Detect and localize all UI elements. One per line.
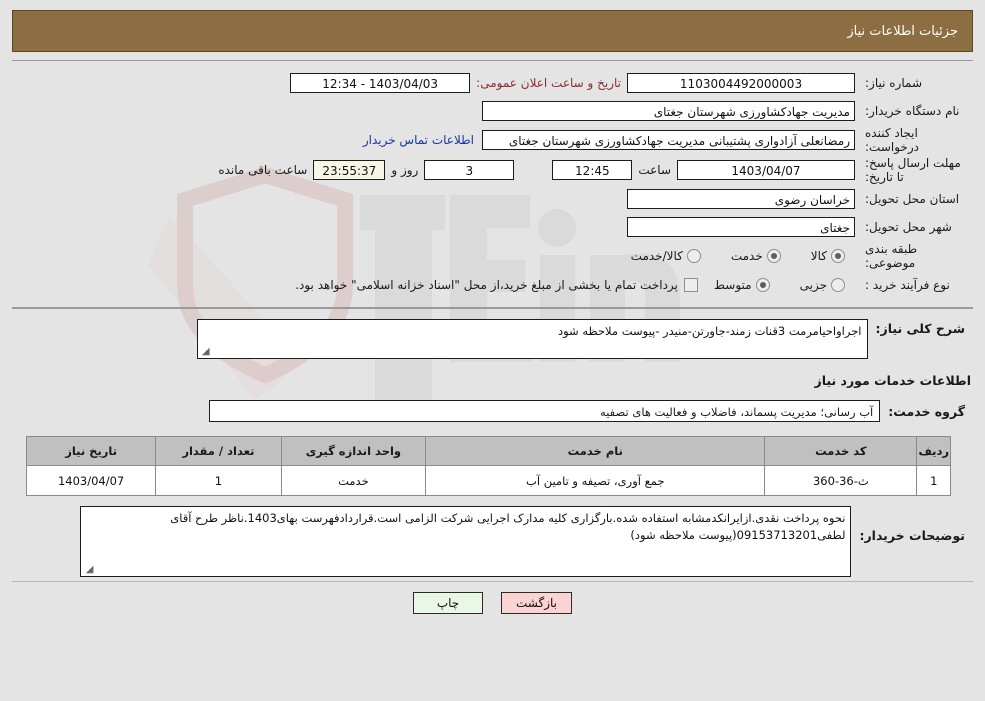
creator-label: ایجاد کننده درخواست: [865, 126, 919, 154]
need-desc-text: اجراواحیامرمت 3قنات زمند-جاورتن-منیدر -پ… [557, 324, 862, 338]
treasury-checkbox[interactable] [683, 278, 698, 292]
buyer-org-value: مدیریت جهادکشاورزی شهرستان جغتای [482, 101, 855, 121]
print-button[interactable]: چاپ [413, 592, 483, 614]
back-button[interactable]: بازگشت [501, 592, 572, 614]
radio-category-khedmat[interactable] [766, 249, 781, 263]
cell-code: ث-36-360 [764, 465, 918, 496]
province-value: خراسان رضوی [627, 189, 855, 209]
col-row: ردیف [916, 436, 951, 466]
row-service-group: گروه خدمت: آب رسانی؛ مدیریت پسماند، فاضل… [12, 400, 973, 422]
services-table: ردیف کد خدمت نام خدمت واحد اندازه گیری ت… [25, 436, 951, 496]
city-value: جغتای [627, 217, 855, 237]
radio-category-khedmat-label: خدمت [730, 249, 763, 263]
cell-unit: خدمت [280, 465, 427, 496]
cell-row: 1 [916, 465, 951, 496]
row-buyer-org: نام دستگاه خریدار: مدیریت جهادکشاورزی شه… [12, 97, 973, 125]
need-info-panel: شماره نیاز: 1103004492000003 تاریخ و ساع… [12, 60, 973, 309]
page-title: جزئیات اطلاعات نیاز [847, 23, 958, 39]
col-unit: واحد اندازه گیری [280, 436, 427, 466]
buyer-notes-text: نحوه پرداخت نقدی.ازایرانکدمشابه استفاده … [170, 511, 846, 542]
row-city: شهر محل تحویل: جغتای [12, 213, 973, 241]
table-row: 1 ث-36-360 جمع آوری، تصیفه و تامین آب خد… [25, 465, 951, 496]
services-section-title: اطلاعات خدمات مورد نیاز [814, 373, 972, 388]
resize-grip-icon[interactable]: ◢ [83, 565, 94, 575]
radio-process-jozii-label: جزیی [799, 278, 827, 292]
row-need-number: شماره نیاز: 1103004492000003 تاریخ و ساع… [12, 69, 973, 97]
remaining-days-value: 3 [424, 160, 515, 180]
col-need-date: تاریخ نیاز [25, 436, 157, 466]
cell-need-date: 1403/04/07 [25, 465, 157, 496]
row-process-type: نوع فرآیند خرید : جزیی متوسط پرداخت تمام… [12, 271, 973, 299]
remaining-suffix-label: ساعت باقی مانده [218, 163, 308, 177]
radio-process-jozii[interactable] [831, 278, 845, 292]
buyer-org-label: نام دستگاه خریدار: [865, 104, 960, 118]
category-label: طبقه بندی موضوعی: [865, 242, 918, 270]
buyer-notes-textarea[interactable]: نحوه پرداخت نقدی.ازایرانکدمشابه استفاده … [80, 506, 852, 577]
deadline-hour-label: ساعت [638, 163, 671, 177]
row-deadline: مهلت ارسال پاسخ: تا تاریخ: 1403/04/07 سا… [12, 155, 973, 185]
radio-category-kala-khedmat[interactable] [686, 249, 701, 263]
need-number-label: شماره نیاز: [865, 76, 922, 90]
row-need-description: شرح کلی نیاز: اجراواحیامرمت 3قنات زمند-ج… [12, 319, 973, 359]
creator-value: رمضانعلی آزادواری پشتیبانی مدیریت جهادکش… [482, 130, 855, 150]
service-group-value: آب رسانی؛ مدیریت پسماند، فاضلاب و فعالیت… [209, 400, 881, 422]
need-number-value: 1103004492000003 [627, 73, 855, 93]
radio-category-kala-khedmat-label: کالا/خدمت [630, 249, 683, 263]
deadline-time-value: 12:45 [552, 160, 633, 180]
row-creator: ایجاد کننده درخواست: رمضانعلی آزادواری پ… [12, 125, 973, 155]
cell-qty: 1 [155, 465, 282, 496]
process-radio-group[interactable]: جزیی متوسط [710, 278, 855, 292]
deadline-date-value: 1403/04/07 [677, 160, 855, 180]
deadline-label: مهلت ارسال پاسخ: تا تاریخ: [865, 156, 961, 184]
remaining-countdown-value: 23:55:37 [313, 160, 386, 180]
row-category: طبقه بندی موضوعی: کالا خدمت کالا/خدمت [12, 241, 973, 271]
public-announce-value: 1403/04/03 - 12:34 [290, 73, 471, 93]
resize-grip-icon[interactable]: ◢ [200, 347, 210, 357]
col-code: کد خدمت [764, 436, 918, 466]
radio-category-kala-label: کالا [810, 249, 827, 263]
need-desc-label: شرح کلی نیاز: [875, 321, 965, 336]
remaining-days-label: روز و [391, 163, 419, 177]
radio-category-kala[interactable] [831, 249, 845, 263]
row-province: استان محل تحویل: خراسان رضوی [12, 185, 973, 213]
public-announce-label: تاریخ و ساعت اعلان عمومی: [476, 76, 621, 90]
buyer-contact-link[interactable]: اطلاعات تماس خریدار [355, 133, 482, 147]
province-label: استان محل تحویل: [865, 192, 960, 206]
need-desc-textarea[interactable]: اجراواحیامرمت 3قنات زمند-جاورتن-منیدر -پ… [196, 319, 868, 359]
cell-name: جمع آوری، تصیفه و تامین آب [425, 465, 766, 496]
table-header-row: ردیف کد خدمت نام خدمت واحد اندازه گیری ت… [25, 436, 951, 466]
service-group-label: گروه خدمت: [888, 403, 965, 419]
window-title-bar: جزئیات اطلاعات نیاز [12, 10, 973, 52]
col-name: نام خدمت [425, 436, 766, 466]
category-radio-group[interactable]: کالا خدمت کالا/خدمت [627, 249, 855, 263]
row-buyer-notes: توضیحات خریدار: نحوه پرداخت نقدی.ازایران… [12, 506, 973, 577]
radio-process-motevasset[interactable] [755, 278, 770, 292]
buyer-notes-label: توضیحات خریدار: [859, 528, 965, 543]
radio-process-motevasset-label: متوسط [713, 278, 752, 292]
col-qty: تعداد / مقدار [155, 436, 282, 466]
city-label: شهر محل تحویل: [865, 220, 952, 234]
detail-section: شرح کلی نیاز: اجراواحیامرمت 3قنات زمند-ج… [12, 309, 973, 577]
treasury-note-label: پرداخت تمام یا بخشی از مبلغ خرید،از محل … [295, 278, 678, 292]
process-label: نوع فرآیند خرید : [865, 278, 950, 292]
footer-actions: بازگشت چاپ [12, 581, 973, 614]
